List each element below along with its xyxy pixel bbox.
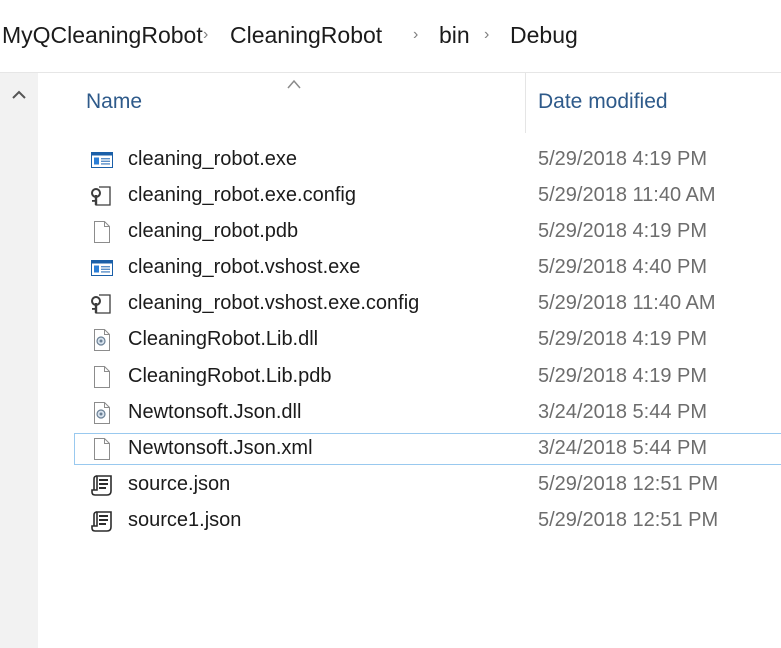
breadcrumb-item-cleaningrobot[interactable]: CleaningRobot [230, 22, 382, 49]
breadcrumb-separator-icon[interactable]: › [484, 26, 489, 44]
file-row[interactable]: cleaning_robot.exe 5/29/2018 4:19 PM [38, 142, 781, 178]
file-name[interactable]: CleaningRobot.Lib.pdb [128, 365, 332, 388]
file-date-modified: 5/29/2018 12:51 PM [538, 508, 719, 531]
sort-ascending-icon [287, 79, 301, 89]
json-script-icon [90, 473, 114, 497]
column-header-row: Name Date modified [38, 73, 781, 133]
file-name[interactable]: cleaning_robot.vshost.exe [128, 256, 360, 279]
file-list: cleaning_robot.exe 5/29/2018 4:19 PM clean… [38, 142, 781, 539]
config-icon [90, 292, 114, 316]
file-name[interactable]: source1.json [128, 509, 241, 532]
file-date-modified: 5/29/2018 4:19 PM [538, 148, 708, 170]
file-date-modified: 5/29/2018 4:19 PM [538, 364, 708, 387]
exe-icon [90, 148, 114, 172]
column-header-name[interactable]: Name [86, 90, 142, 114]
dll-icon [90, 401, 114, 425]
file-date-modified: 3/24/2018 5:44 PM [538, 436, 708, 459]
file-name[interactable]: cleaning_robot.vshost.exe.config [128, 292, 419, 315]
file-name[interactable]: source.json [128, 473, 230, 496]
breadcrumb-separator-icon[interactable]: › [413, 26, 418, 44]
breadcrumb-separator-icon[interactable]: › [203, 26, 208, 44]
dll-icon [90, 328, 114, 352]
file-name[interactable]: cleaning_robot.exe.config [128, 184, 356, 207]
file-name[interactable]: CleaningRobot.Lib.dll [128, 328, 318, 351]
file-name[interactable]: Newtonsoft.Json.dll [128, 401, 301, 424]
file-row[interactable]: cleaning_robot.exe.config 5/29/2018 11:40… [38, 178, 781, 214]
file-row[interactable]: Newtonsoft.Json.dll 3/24/2018 5:44 PM [38, 395, 781, 431]
file-row[interactable]: source.json 5/29/2018 12:51 PM [38, 467, 781, 503]
file-date-modified: 5/29/2018 4:40 PM [538, 256, 708, 279]
chevron-up-icon[interactable] [10, 87, 28, 103]
config-icon [90, 184, 114, 208]
breadcrumb-item-bin[interactable]: bin [439, 22, 470, 49]
file-row[interactable]: cleaning_robot.pdb 5/29/2018 4:19 PM [38, 214, 781, 250]
breadcrumb-item-debug[interactable]: Debug [510, 22, 578, 49]
file-row[interactable]: CleaningRobot.Lib.dll 5/29/2018 4:19 PM [38, 322, 781, 358]
exe-icon [90, 256, 114, 280]
file-row[interactable]: cleaning_robot.vshost.exe.config 5/29/201… [38, 286, 781, 322]
file-date-modified: 5/29/2018 11:40 AM [538, 292, 716, 315]
file-row[interactable]: Newtonsoft.Json.xml 3/24/2018 5:44 PM [38, 431, 781, 467]
file-date-modified: 5/29/2018 11:40 AM [538, 184, 716, 207]
json-script-icon [90, 509, 114, 533]
file-date-modified: 5/29/2018 4:19 PM [538, 328, 708, 351]
file-row[interactable]: cleaning_robot.vshost.exe 5/29/2018 4:40 … [38, 250, 781, 286]
file-row[interactable]: source1.json 5/29/2018 12:51 PM [38, 503, 781, 539]
blank-file-icon [90, 220, 114, 244]
column-header-date-modified[interactable]: Date modified [538, 90, 668, 114]
file-name[interactable]: cleaning_robot.exe [128, 148, 297, 171]
file-date-modified: 3/24/2018 5:44 PM [538, 400, 708, 423]
blank-file-icon [90, 437, 114, 461]
navigation-pane[interactable] [0, 73, 38, 648]
blank-file-icon [90, 365, 114, 389]
file-date-modified: 5/29/2018 12:51 PM [538, 472, 719, 495]
file-name[interactable]: Newtonsoft.Json.xml [128, 437, 313, 460]
file-date-modified: 5/29/2018 4:19 PM [538, 220, 708, 243]
file-row[interactable]: CleaningRobot.Lib.pdb 5/29/2018 4:19 PM [38, 359, 781, 395]
file-name[interactable]: cleaning_robot.pdb [128, 220, 298, 243]
breadcrumb-item-myqcleaningrobot[interactable]: MyQCleaningRobot [2, 22, 203, 49]
breadcrumb: MyQCleaningRobot › CleaningRobot › bin ›… [0, 0, 781, 73]
column-divider[interactable] [525, 73, 526, 133]
